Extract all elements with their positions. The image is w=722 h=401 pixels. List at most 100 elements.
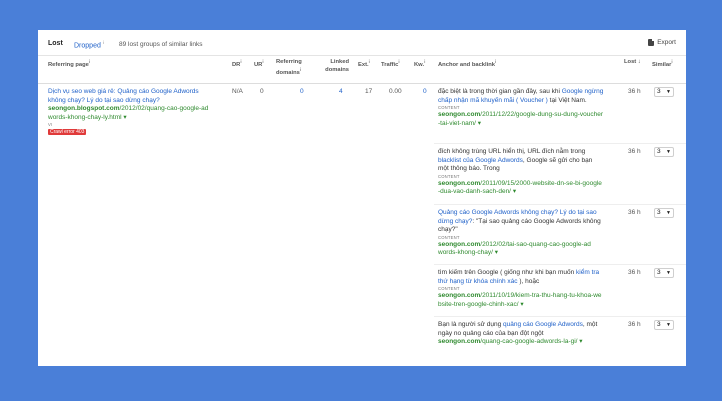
similar-value: 3 xyxy=(657,88,661,95)
backlink-url-domain[interactable]: seongon.com xyxy=(438,292,480,299)
chevron-down-icon[interactable]: ▾ xyxy=(513,188,516,195)
anchor-link[interactable]: kiểm tra xyxy=(576,269,599,276)
col-referring-domains[interactable]: Referring domainsi xyxy=(276,58,302,80)
chevron-down-icon[interactable]: ▾ xyxy=(123,114,126,121)
lost-time: 36 h xyxy=(628,148,641,155)
ext-value: 17 xyxy=(365,88,373,95)
col-ext-label: Ext. xyxy=(358,61,369,68)
crawl-error-badge: Crawl error 403 xyxy=(48,129,87,135)
backlink-url[interactable]: seongon.com/2011/09/15/2000-website-dn-s… xyxy=(438,180,620,197)
referring-title-line2[interactable]: không chạy? Lý do tại sao dừng chạy? xyxy=(48,97,160,104)
col-ref-domains-1: Referring xyxy=(276,59,302,65)
chevron-down-icon: ▼ xyxy=(666,210,671,216)
anchor-text-part: , Google sẽ gửi cho bạn xyxy=(522,156,593,164)
anchor-link[interactable]: Google ngừng xyxy=(562,88,604,95)
anchor-text-part: Bạn là người sử dụng xyxy=(438,321,504,328)
anchor-text: đặc biệt là trong thời gian gần đây, sau… xyxy=(438,88,620,105)
col-dr[interactable]: DRi xyxy=(232,58,242,80)
anchor-text: Quảng cáo Google Adwords không chạy? Lý … xyxy=(438,209,620,235)
ur-value: 0 xyxy=(260,88,264,95)
similar-select[interactable]: 3 ▼ xyxy=(654,268,674,278)
backlink-url[interactable]: seongon.com/2011/10/19/kiem-tra-thu-hang… xyxy=(438,292,620,309)
chevron-down-icon[interactable]: ▾ xyxy=(579,338,582,345)
col-linked-domains[interactable]: Linked domains xyxy=(323,58,349,80)
row-divider xyxy=(434,143,686,144)
referring-url-domain[interactable]: seongon.blogspot.com xyxy=(48,105,120,112)
chevron-down-icon[interactable]: ▾ xyxy=(478,120,481,127)
col-kw[interactable]: Kw.i xyxy=(414,58,425,80)
col-ur[interactable]: URi xyxy=(254,58,264,80)
col-ext[interactable]: Ext.i xyxy=(358,58,370,80)
backlink-url-path[interactable]: -tai-viet-nam/ xyxy=(438,120,476,127)
toolbar: Lost Dropped i 89 lost groups of similar… xyxy=(38,30,686,56)
referring-title-line1[interactable]: Dịch vụ seo web giá rẻ: Quảng cáo Google… xyxy=(48,88,199,95)
anchor-link[interactable]: chấp nhận mã khuyến mãi ( Voucher ) xyxy=(438,97,548,104)
col-similar[interactable]: Similari xyxy=(652,58,673,80)
anchor-link[interactable]: thứ hạng từ khóa chính xác xyxy=(438,278,518,285)
backlink-url-domain[interactable]: seongon.com xyxy=(438,111,480,118)
header-divider xyxy=(38,83,686,84)
col-referring-page[interactable]: Referring pagei xyxy=(48,58,90,80)
similar-select[interactable]: 3 ▼ xyxy=(654,147,674,157)
linked-domains-value[interactable]: 4 xyxy=(339,88,343,97)
anchor-link[interactable]: blacklist của Google Adwords xyxy=(438,157,523,164)
chevron-down-icon[interactable]: ▾ xyxy=(495,249,498,256)
similar-select[interactable]: 3 ▼ xyxy=(654,208,674,218)
row-divider xyxy=(434,316,686,317)
lost-time: 36 h xyxy=(628,269,641,276)
sort-down-icon: ↓ xyxy=(637,59,641,65)
info-icon: i xyxy=(299,67,302,72)
anchor-text-part: : "Tại sao quảng cáo Google Adwords khôn… xyxy=(472,217,601,225)
anchor-link[interactable]: dừng chạy? xyxy=(438,218,472,225)
anchor-text-part: đích không trùng URL hiển thị, URL đích … xyxy=(438,148,586,155)
referring-url-path1[interactable]: /2012/02/quang-cao-google-ad xyxy=(120,105,209,112)
col-lost-label: Lost xyxy=(624,59,637,65)
backlink-url[interactable]: seongon.com/2012/02/tai-sao-quang-cao-go… xyxy=(438,241,620,258)
backlink-url-path[interactable]: /2011/09/15/2000-website-dn-se-bi-google xyxy=(480,180,602,187)
export-label: Export xyxy=(657,39,676,46)
anchor-text-part: ngày no quảng cáo của bạn đột ngột xyxy=(438,329,544,337)
export-button[interactable]: Export xyxy=(648,39,676,46)
backlink-url-domain[interactable]: seongon.com xyxy=(438,338,480,345)
anchor-link[interactable]: Quảng cáo Google Adwords không chạy? Lý … xyxy=(438,209,597,216)
info-icon: i xyxy=(671,59,673,64)
backlink-url[interactable]: seongon.com/2011/12/22/google-dung-su-du… xyxy=(438,111,620,128)
chevron-down-icon: ▼ xyxy=(666,322,671,328)
backlink-url-domain[interactable]: seongon.com xyxy=(438,241,480,248)
kw-value[interactable]: 0 xyxy=(423,88,427,97)
backlink-url-path[interactable]: words-khong-chay/ xyxy=(438,249,493,256)
col-kw-label: Kw. xyxy=(414,61,425,68)
backlink-url-path[interactable]: /2011/12/22/google-dung-su-dung-voucher xyxy=(480,111,603,118)
col-lost[interactable]: Lost ↓ xyxy=(624,58,641,80)
backlink-url-path[interactable]: -dua-vao-danh-sach-den/ xyxy=(438,188,511,195)
backlink-url-path[interactable]: /2011/10/19/kiem-tra-thu-hang-tu-khoa-we xyxy=(480,292,601,299)
anchor-text: tìm kiếm trên Google ( giống như khi bạn… xyxy=(438,269,620,286)
tab-lost[interactable]: Lost xyxy=(48,40,63,47)
referring-domains-value[interactable]: 0 xyxy=(300,88,304,97)
backlink-url-path[interactable]: /2012/02/tai-sao-quang-cao-google-ad xyxy=(480,241,591,248)
backlink-url-domain[interactable]: seongon.com xyxy=(438,180,480,187)
backlink-url-path[interactable]: bsite-tren-google-chinh-xac/ xyxy=(438,301,519,308)
col-anchor-backlink[interactable]: Anchor and backlinki xyxy=(438,58,496,80)
anchor-text: Bạn là người sử dụng quảng cáo Google Ad… xyxy=(438,321,620,338)
traffic-value: 0.00 xyxy=(389,88,402,95)
col-referring-page-label: Referring page xyxy=(48,61,89,68)
anchor-text-part: tìm kiếm trên Google ( giống như khi bạn… xyxy=(438,269,577,276)
referring-page-cell: Dịch vụ seo web giá rẻ: Quảng cáo Google… xyxy=(48,88,228,137)
referring-url-path2[interactable]: words-khong-chay-ly.html xyxy=(48,114,122,121)
chevron-down-icon: ▼ xyxy=(666,149,671,155)
chevron-down-icon[interactable]: ▾ xyxy=(520,301,523,308)
row-divider xyxy=(434,264,686,265)
referring-page-title[interactable]: Dịch vụ seo web giá rẻ: Quảng cáo Google… xyxy=(48,88,228,105)
backlink-url-path[interactable]: /quang-cao-google-adwords-la-gi/ xyxy=(480,338,577,345)
similar-select[interactable]: 3 ▼ xyxy=(654,320,674,330)
similar-select[interactable]: 3 ▼ xyxy=(654,87,674,97)
col-traffic-label: Traffic xyxy=(381,61,399,68)
tab-dropped-label[interactable]: Dropped xyxy=(74,42,101,49)
similar-value: 3 xyxy=(657,321,661,328)
tab-dropped[interactable]: Dropped i xyxy=(74,40,104,49)
col-traffic[interactable]: Traffici xyxy=(381,58,400,80)
referring-page-url[interactable]: seongon.blogspot.com/2012/02/quang-cao-g… xyxy=(48,105,228,122)
anchor-link[interactable]: quảng cáo Google Adwords xyxy=(503,321,583,328)
backlink-url[interactable]: seongon.com/quang-cao-google-adwords-la-… xyxy=(438,338,620,347)
